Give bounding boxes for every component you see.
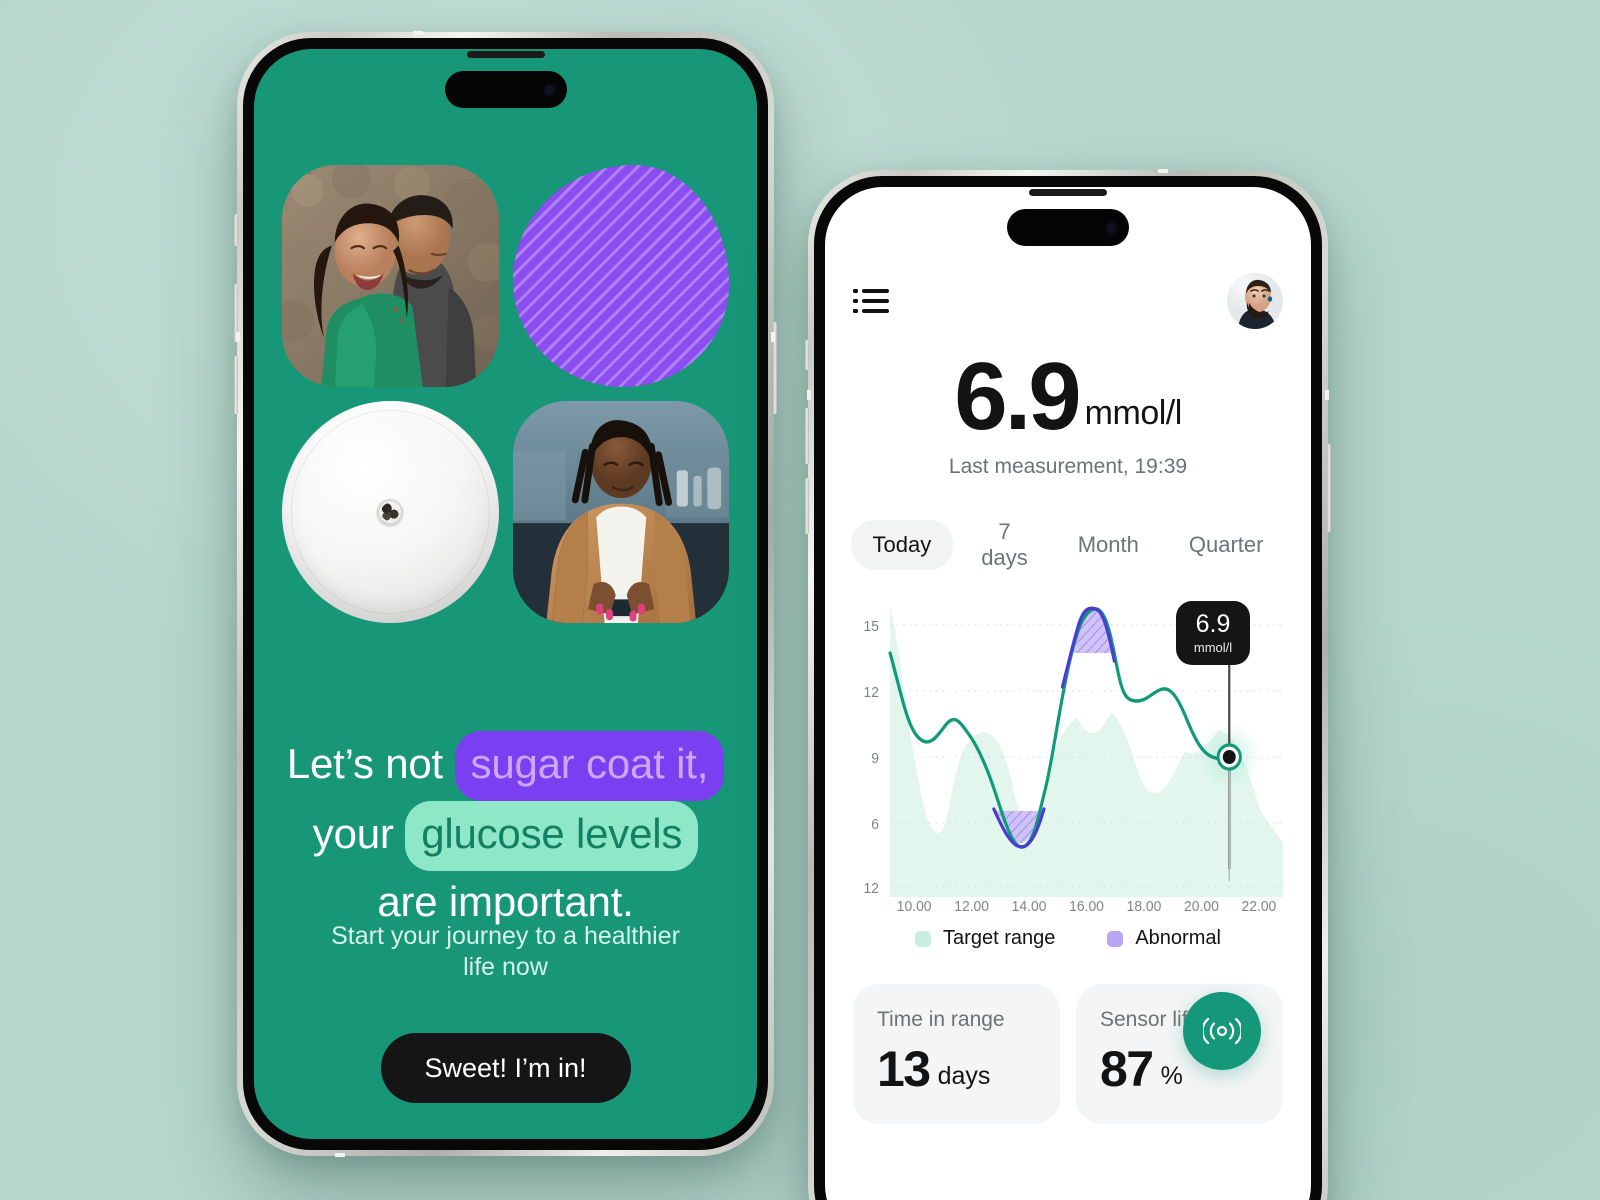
legend-label-target-range: Target range [943, 927, 1056, 950]
sensor-life-unit: % [1160, 1062, 1183, 1091]
promo-collage [282, 165, 729, 623]
chart-x-axis: 10.00 12.00 14.00 16.00 18.00 20.00 22.0… [897, 899, 1277, 916]
headline-plain-2: your [312, 810, 394, 858]
x-tick-1: 12.00 [954, 899, 989, 916]
time-in-range-value-row: 13 days [877, 1044, 1036, 1094]
volume-down-button[interactable] [805, 478, 809, 534]
y-tick-3: 6 [871, 817, 879, 834]
scan-sensor-fab[interactable] [1183, 992, 1261, 1071]
legend-swatch-abnormal [1107, 930, 1124, 947]
dynamic-island [444, 71, 567, 108]
y-tick-0: 15 [863, 619, 878, 636]
earpiece-speaker [466, 51, 545, 58]
promo-screen: Let’s not sugar coat it, your glucose le… [254, 49, 757, 1139]
promo-phone-mockup: Let’s not sugar coat it, your glucose le… [234, 31, 777, 1157]
headline-line-1: Let’s not sugar coat it, [272, 731, 739, 802]
y-tick-4: 12 [863, 881, 878, 897]
app-content: 6.9 mmol/l Last measurement, 19:39 Today… [825, 187, 1311, 1200]
phone-bezel: 6.9 mmol/l Last measurement, 19:39 Today… [814, 176, 1322, 1200]
tab-month[interactable]: Month [1056, 520, 1161, 570]
x-tick-6: 22.00 [1242, 899, 1277, 916]
front-camera-icon [542, 83, 556, 96]
time-in-range-value: 13 [877, 1041, 931, 1098]
scene: Let’s not sugar coat it, your glucose le… [0, 0, 1600, 1200]
x-tick-4: 18.00 [1127, 899, 1162, 916]
y-tick-2: 9 [871, 751, 879, 768]
tab-today[interactable]: Today [850, 520, 954, 571]
glucose-sensor-photo [282, 401, 499, 623]
headline-line-2: your glucose levels [272, 801, 739, 872]
time-in-range-unit: days [937, 1062, 991, 1091]
x-tick-2: 14.00 [1012, 899, 1047, 916]
volume-down-button[interactable] [234, 356, 238, 414]
antenna-band [1158, 169, 1168, 173]
signal-broadcast-icon [1203, 1018, 1241, 1045]
headline-chip-glucose-levels: glucose levels [405, 801, 699, 872]
phone-bezel: Let’s not sugar coat it, your glucose le… [243, 38, 768, 1150]
headline-plain-1: Let’s not [286, 740, 444, 787]
antenna-band [771, 332, 775, 342]
promo-subheadline: Start your journey to a healthier life n… [331, 922, 680, 981]
antenna-band [335, 1153, 345, 1157]
sensor-life-value: 87 [1100, 1041, 1154, 1098]
y-tick-1: 12 [863, 685, 878, 702]
woman-phone-photo [512, 401, 729, 623]
last-measurement-caption: Last measurement, 19:39 [948, 455, 1188, 479]
antenna-band [236, 332, 240, 342]
dynamic-island [1007, 209, 1129, 246]
x-tick-3: 16.00 [1069, 899, 1104, 916]
legend-item-target-range: Target range [915, 927, 1055, 950]
current-point-dot[interactable] [1222, 750, 1236, 765]
glucose-chart[interactable]: 15 12 9 6 12 6.9 mmol/l [853, 597, 1283, 898]
range-tabs: Today 7 days Month Quarter [850, 507, 1286, 583]
purple-striped-blob [512, 165, 729, 387]
couple-photo [282, 165, 499, 387]
reading-value: 6.9 [954, 343, 1081, 450]
earpiece-speaker [1029, 189, 1107, 196]
avatar[interactable] [1227, 273, 1283, 329]
app-phone-mockup: 6.9 mmol/l Last measurement, 19:39 Today… [805, 169, 1331, 1200]
tooltip-value: 6.9 [1195, 609, 1231, 638]
mute-switch[interactable] [234, 214, 238, 246]
x-tick-5: 20.00 [1184, 899, 1219, 916]
headline-chip-sugar-coat: sugar coat it, [454, 731, 725, 802]
chart-tooltip: 6.9 mmol/l [1176, 601, 1250, 666]
app-header [853, 273, 1283, 329]
legend-swatch-target-range [915, 930, 932, 947]
mute-switch[interactable] [805, 340, 809, 370]
reading-row: 6.9 mmol/l [853, 343, 1283, 450]
chart-y-ticks: 15 12 9 6 12 [863, 619, 878, 897]
tab-quarter[interactable]: Quarter [1167, 520, 1286, 570]
time-in-range-title: Time in range [877, 1008, 1005, 1032]
volume-up-button[interactable] [805, 408, 809, 464]
current-reading: 6.9 mmol/l Last measurement, 19:39 [853, 343, 1283, 479]
antenna-band [1325, 390, 1329, 400]
list-menu-icon[interactable] [853, 288, 889, 314]
tooltip-unit: mmol/l [1193, 639, 1233, 655]
glucose-app-screen: 6.9 mmol/l Last measurement, 19:39 Today… [825, 187, 1311, 1200]
chart-legend: Target range Abnormal [853, 927, 1283, 950]
signup-cta-button[interactable]: Sweet! I’m in! [380, 1033, 631, 1103]
time-in-range-card[interactable]: Time in range 13 days [853, 984, 1060, 1125]
reading-unit: mmol/l [1084, 394, 1183, 433]
legend-label-abnormal: Abnormal [1135, 927, 1221, 950]
antenna-band [807, 390, 811, 400]
stat-cards: Time in range 13 days Sensor life 87 % [853, 984, 1283, 1125]
front-camera-icon [1105, 221, 1118, 234]
tab-7-days[interactable]: 7 days [959, 507, 1049, 583]
legend-item-abnormal: Abnormal [1107, 927, 1221, 950]
promo-headline: Let’s not sugar coat it, your glucose le… [272, 731, 739, 933]
power-button[interactable] [1327, 444, 1331, 532]
antenna-band [413, 31, 423, 35]
x-tick-0: 10.00 [897, 899, 932, 916]
